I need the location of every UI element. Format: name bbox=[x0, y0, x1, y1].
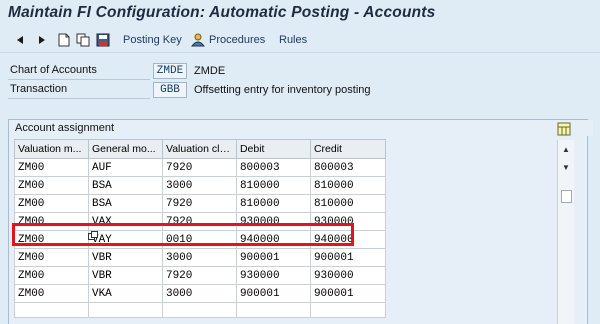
cell-credit[interactable]: 900001 bbox=[309, 248, 387, 267]
column-header-debit[interactable]: Debit bbox=[235, 139, 311, 159]
table-row[interactable]: ZM00 AUF 7920 800003 800003 bbox=[14, 158, 387, 177]
cell-debit[interactable]: 900001 bbox=[235, 284, 311, 303]
cell-credit[interactable]: 930000 bbox=[309, 266, 387, 285]
column-header-valuation-class[interactable]: Valuation class bbox=[161, 139, 237, 159]
cell-empty[interactable] bbox=[161, 302, 237, 318]
copy-icon bbox=[76, 33, 90, 47]
title-bar: Maintain FI Configuration: Automatic Pos… bbox=[0, 0, 600, 26]
procedures-button[interactable]: Procedures bbox=[190, 32, 265, 48]
table-row-empty[interactable] bbox=[14, 302, 387, 318]
cell-empty[interactable] bbox=[309, 302, 387, 318]
column-header-valuation-modifier[interactable]: Valuation m... bbox=[14, 139, 89, 159]
arrow-right-icon bbox=[39, 36, 45, 44]
cell-credit[interactable]: 810000 bbox=[309, 194, 387, 213]
vertical-scrollbar[interactable]: ▲ ▼ bbox=[557, 140, 574, 324]
cell-credit[interactable]: 800003 bbox=[309, 158, 387, 177]
cell-general-modification[interactable]: BSA bbox=[87, 194, 163, 213]
procedures-label: Procedures bbox=[209, 34, 266, 46]
page-title: Maintain FI Configuration: Automatic Pos… bbox=[8, 4, 436, 21]
posting-key-button[interactable]: Posting Key bbox=[123, 32, 182, 48]
next-entry-button[interactable] bbox=[38, 32, 46, 48]
chart-of-accounts-field[interactable]: ZMDE bbox=[153, 63, 187, 79]
procedures-icon bbox=[190, 33, 206, 47]
cell-valuation-modifier[interactable]: ZM00 bbox=[14, 176, 89, 195]
cell-general-modification[interactable]: VBR bbox=[87, 266, 163, 285]
cell-valuation-modifier[interactable]: ZM00 bbox=[14, 158, 89, 177]
transaction-field[interactable]: GBB bbox=[153, 82, 187, 98]
rules-button[interactable]: Rules bbox=[279, 32, 307, 48]
cell-valuation-modifier[interactable]: ZM00 bbox=[14, 266, 89, 285]
transaction-row: Transaction GBB Offsetting entry for inv… bbox=[8, 82, 408, 99]
cell-debit[interactable]: 900001 bbox=[235, 248, 311, 267]
table-settings-icon bbox=[557, 122, 571, 136]
cell-general-modification[interactable]: BSA bbox=[87, 176, 163, 195]
cell-debit[interactable]: 810000 bbox=[235, 176, 311, 195]
cell-debit[interactable]: 800003 bbox=[235, 158, 311, 177]
table-header-row: Valuation m... General mo... Valuation c… bbox=[14, 139, 387, 159]
cell-valuation-class[interactable]: 3000 bbox=[161, 284, 237, 303]
cell-valuation-class[interactable]: 7920 bbox=[161, 194, 237, 213]
cell-credit[interactable]: 810000 bbox=[309, 176, 387, 195]
account-assignment-title: Account assignment bbox=[9, 120, 593, 136]
cell-valuation-class[interactable]: 3000 bbox=[161, 176, 237, 195]
table-row[interactable]: ZM00 VBR 3000 900001 900001 bbox=[14, 248, 387, 267]
scroll-down-button[interactable]: ▼ bbox=[559, 160, 573, 174]
chart-of-accounts-description: ZMDE bbox=[194, 65, 226, 77]
cell-valuation-class[interactable]: 3000 bbox=[161, 248, 237, 267]
new-document-icon bbox=[58, 33, 70, 47]
cell-valuation-modifier[interactable]: ZM00 bbox=[14, 248, 89, 267]
transaction-label: Transaction bbox=[8, 82, 150, 99]
cell-valuation-modifier[interactable]: ZM00 bbox=[14, 284, 89, 303]
column-config-button[interactable] bbox=[557, 122, 573, 138]
cell-general-modification[interactable]: VBR bbox=[87, 248, 163, 267]
chart-of-accounts-row: Chart of Accounts ZMDE ZMDE bbox=[8, 63, 388, 80]
scroll-thumb[interactable] bbox=[561, 190, 572, 203]
cell-general-modification[interactable]: AUF bbox=[87, 158, 163, 177]
application-toolbar: Posting Key Procedures Rules bbox=[0, 28, 600, 53]
copy-button[interactable] bbox=[76, 32, 90, 48]
cell-valuation-modifier[interactable]: ZM00 bbox=[14, 194, 89, 213]
column-header-general-modification[interactable]: General mo... bbox=[87, 139, 163, 159]
column-header-credit[interactable]: Credit bbox=[309, 139, 387, 159]
scroll-up-button[interactable]: ▲ bbox=[559, 142, 573, 156]
save-layout-button[interactable] bbox=[96, 32, 110, 48]
cursor-icon bbox=[88, 231, 98, 241]
table-row[interactable]: ZM00 BSA 7920 810000 810000 bbox=[14, 194, 387, 213]
previous-entry-button[interactable] bbox=[16, 32, 24, 48]
cell-empty[interactable] bbox=[235, 302, 311, 318]
save-icon bbox=[96, 33, 110, 47]
cell-empty[interactable] bbox=[87, 302, 163, 318]
transaction-description: Offsetting entry for inventory posting bbox=[194, 84, 371, 96]
arrow-left-icon bbox=[17, 36, 23, 44]
cell-debit[interactable]: 930000 bbox=[235, 266, 311, 285]
triangle-up-icon: ▲ bbox=[562, 144, 570, 154]
account-assignment-group: Account assignment Valuation m... Genera… bbox=[8, 119, 593, 324]
cell-general-modification[interactable]: VKA bbox=[87, 284, 163, 303]
table-row[interactable]: ZM00 BSA 3000 810000 810000 bbox=[14, 176, 387, 195]
chart-of-accounts-label: Chart of Accounts bbox=[8, 63, 150, 80]
cell-credit[interactable]: 900001 bbox=[309, 284, 387, 303]
triangle-down-icon: ▼ bbox=[562, 162, 570, 172]
highlight-box bbox=[12, 223, 354, 246]
table-row[interactable]: ZM00 VKA 3000 900001 900001 bbox=[14, 284, 387, 303]
cell-empty[interactable] bbox=[14, 302, 89, 318]
cell-debit[interactable]: 810000 bbox=[235, 194, 311, 213]
new-entries-button[interactable] bbox=[58, 32, 70, 48]
cell-valuation-class[interactable]: 7920 bbox=[161, 158, 237, 177]
cell-valuation-class[interactable]: 7920 bbox=[161, 266, 237, 285]
table-row[interactable]: ZM00 VBR 7920 930000 930000 bbox=[14, 266, 387, 285]
